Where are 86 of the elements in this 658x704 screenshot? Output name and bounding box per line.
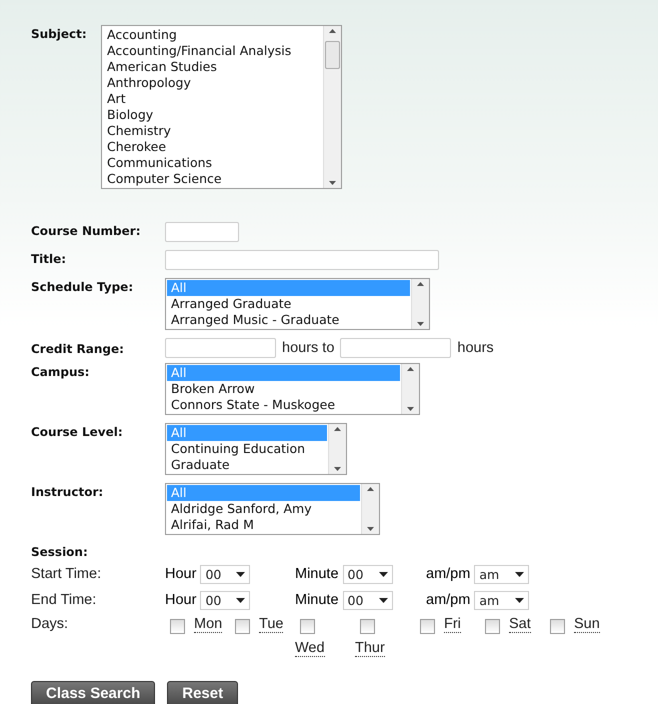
minute-select[interactable]: 00 bbox=[342, 590, 393, 610]
scroll-down-icon[interactable] bbox=[329, 181, 336, 185]
field-text: hours bbox=[457, 340, 494, 356]
list-option[interactable]: Anthropology bbox=[103, 75, 322, 91]
day-label: Fri bbox=[444, 616, 461, 633]
scroll-down-icon[interactable] bbox=[417, 322, 424, 326]
field-label: Campus: bbox=[31, 365, 90, 379]
section-label: Session: bbox=[31, 545, 88, 559]
scroll-up-icon[interactable] bbox=[367, 487, 374, 491]
scroll-up-icon[interactable] bbox=[334, 427, 341, 431]
field-label: Title: bbox=[31, 252, 66, 266]
checkbox[interactable] bbox=[235, 619, 250, 634]
text-field[interactable] bbox=[340, 338, 452, 358]
field-label: Start Time: bbox=[31, 566, 102, 582]
search-button[interactable]: Class Search bbox=[31, 681, 156, 704]
reset-button[interactable]: Reset bbox=[167, 681, 238, 704]
list-option[interactable]: Broken Arrow bbox=[167, 381, 400, 397]
field-label: Course Level: bbox=[31, 425, 123, 439]
list-option[interactable]: Art bbox=[103, 91, 322, 107]
list-option[interactable]: Arranged Music - Graduate bbox=[167, 312, 410, 328]
scroll-down-icon[interactable] bbox=[407, 407, 414, 411]
list-box[interactable]: All Aldridge Sanford, Amy Alrifai, Rad M bbox=[165, 483, 380, 535]
scroll-down-icon[interactable] bbox=[367, 527, 374, 531]
list-option[interactable]: Biology bbox=[103, 107, 322, 123]
checkbox[interactable] bbox=[360, 619, 375, 634]
caret-icon bbox=[515, 598, 524, 602]
ampm-select[interactable]: am bbox=[474, 590, 530, 610]
field-label: Schedule Type: bbox=[31, 280, 134, 294]
scroll-up-icon[interactable] bbox=[417, 282, 424, 286]
field-label: am/pm bbox=[426, 592, 470, 608]
scroll-down-icon[interactable] bbox=[334, 467, 341, 471]
scroll-up-icon[interactable] bbox=[329, 29, 336, 33]
checkbox[interactable] bbox=[485, 619, 500, 634]
hour-select[interactable]: 00 bbox=[200, 564, 250, 584]
list-option[interactable]: Arranged Graduate bbox=[167, 296, 410, 312]
list-option[interactable]: Graduate bbox=[167, 457, 327, 473]
field-label: Course Number: bbox=[31, 224, 141, 238]
list-option[interactable]: Connors State - Muskogee bbox=[167, 397, 400, 413]
checkbox[interactable] bbox=[170, 619, 185, 634]
text-field[interactable] bbox=[165, 222, 239, 242]
field-label: Hour bbox=[165, 566, 196, 582]
day-label: Tue bbox=[259, 616, 284, 633]
checkbox[interactable] bbox=[420, 619, 435, 634]
caret-icon bbox=[378, 572, 388, 576]
field-label: Subject: bbox=[31, 27, 87, 41]
field-label: Minute bbox=[295, 592, 339, 608]
ampm-select[interactable]: am bbox=[474, 564, 530, 584]
list-box[interactable]: All Continuing Education Graduate bbox=[165, 423, 347, 475]
field-label: am/pm bbox=[426, 566, 470, 582]
scroll-up-icon[interactable] bbox=[407, 367, 414, 371]
field-label: Days: bbox=[31, 616, 70, 632]
hour-select[interactable]: 00 bbox=[200, 590, 250, 610]
text-field[interactable] bbox=[165, 250, 439, 270]
list-option[interactable]: Aldridge Sanford, Amy bbox=[167, 501, 360, 517]
list-box[interactable]: Accounting Accounting/Financial Analysis American Studies Anthropology Art Biology Chemistry Cherokee Communications Computer Science bbox=[101, 25, 342, 189]
caret-icon bbox=[236, 572, 246, 576]
day-label: Sat bbox=[509, 616, 531, 633]
caret-icon bbox=[515, 572, 524, 576]
field-label: Instructor: bbox=[31, 485, 104, 499]
day-label: Thur bbox=[355, 640, 385, 657]
checkbox[interactable] bbox=[300, 619, 315, 634]
caret-icon bbox=[236, 598, 246, 602]
list-box[interactable]: All Broken Arrow Connors State - Muskogee bbox=[165, 363, 420, 415]
list-option[interactable]: Continuing Education bbox=[167, 441, 327, 457]
checkbox[interactable] bbox=[550, 619, 565, 634]
field-text: hours to bbox=[282, 340, 334, 356]
field-label: End Time: bbox=[31, 592, 98, 608]
list-option[interactable]: Communications bbox=[103, 155, 322, 171]
list-option[interactable]: Alrifai, Rad M bbox=[167, 517, 360, 533]
list-option[interactable]: Computer Science bbox=[103, 171, 322, 187]
minute-select[interactable]: 00 bbox=[342, 564, 393, 584]
text-field[interactable] bbox=[165, 338, 276, 358]
list-option[interactable]: Accounting/Financial Analysis bbox=[103, 43, 322, 59]
scroll-thumb[interactable] bbox=[325, 41, 340, 69]
field-label: Minute bbox=[295, 566, 339, 582]
field-label: Credit Range: bbox=[31, 342, 124, 356]
day-label: Mon bbox=[194, 616, 222, 633]
list-option[interactable]: Chemistry bbox=[103, 123, 322, 139]
field-label: Hour bbox=[165, 592, 196, 608]
list-option[interactable]: Accounting bbox=[103, 27, 322, 43]
list-option[interactable]: Cherokee bbox=[103, 139, 322, 155]
day-label: Sun bbox=[574, 616, 600, 633]
caret-icon bbox=[378, 598, 388, 602]
day-label: Wed bbox=[295, 640, 325, 657]
list-box[interactable]: All Arranged Graduate Arranged Music - Graduate bbox=[165, 278, 430, 330]
list-option[interactable]: American Studies bbox=[103, 59, 322, 75]
